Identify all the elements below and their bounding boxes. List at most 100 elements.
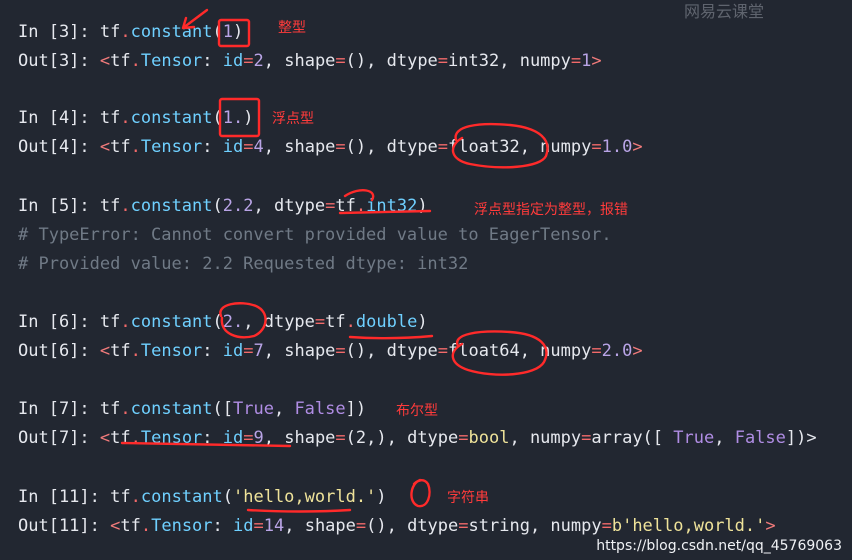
code-token: >	[591, 51, 602, 71]
code-token: (2,), dtype	[345, 428, 459, 448]
code-token: ,	[714, 428, 735, 448]
code-token: =	[335, 51, 346, 71]
code-token: (	[212, 108, 223, 128]
code-token: id	[222, 428, 244, 448]
code-token: =	[570, 51, 582, 71]
code-token: 1	[222, 22, 234, 42]
prompt-label: Out[4]:	[18, 137, 100, 157]
watermark-logo: 网易云课堂	[684, 2, 765, 21]
code-token: >	[632, 341, 643, 361]
code-token: <	[99, 428, 111, 448]
code-token: (	[222, 487, 233, 507]
code-token: double	[355, 312, 418, 332]
code-token: .	[130, 428, 141, 448]
circle-mark-string	[410, 478, 431, 508]
prompt-label: In [11]:	[18, 487, 111, 507]
code-token: float64	[448, 341, 520, 361]
code-token: .	[120, 196, 131, 216]
code-token: constant	[130, 22, 213, 42]
annotation-string: 字符串	[447, 490, 489, 506]
underline-mark-hello	[246, 508, 352, 513]
code-line: In [3]: tf.constant(1)	[18, 21, 243, 43]
annotation-float: 浮点型	[272, 111, 314, 127]
prompt-label: Out[6]:	[18, 341, 100, 361]
code-token: =	[243, 428, 254, 448]
prompt-label: Out[11]:	[18, 516, 111, 536]
code-token: ([	[212, 399, 233, 419]
code-token: ])	[345, 399, 367, 419]
code-token: )	[233, 22, 244, 42]
code-token: ])>	[785, 428, 817, 448]
code-token: >	[632, 137, 643, 157]
code-token: =	[591, 341, 602, 361]
code-token: 2	[253, 51, 264, 71]
code-token: tf	[110, 487, 131, 507]
code-token: constant	[130, 312, 213, 332]
code-token: :	[202, 51, 223, 71]
code-token: =	[581, 428, 592, 448]
annotation-float-to-int-error: 浮点型指定为整型，报错	[474, 202, 628, 218]
annotation-marks	[120, 8, 549, 513]
code-token: 14	[263, 516, 285, 536]
code-line: In [6]: tf.constant(2., dtype=tf.double)	[18, 311, 428, 333]
code-token: 4	[253, 137, 264, 157]
code-token: , shape	[263, 341, 336, 361]
code-token: )	[417, 312, 428, 332]
code-token: =	[243, 137, 254, 157]
code-token: =	[335, 428, 346, 448]
code-line: Out[3]: <tf.Tensor: id=2, shape=(), dtyp…	[18, 50, 602, 72]
code-token: =	[591, 137, 602, 157]
code-token: array([	[591, 428, 674, 448]
code-token: <	[110, 516, 121, 536]
code-token: =	[355, 516, 367, 536]
code-token: Tensor	[151, 516, 213, 536]
code-token: # Provided value: 2.2 Requested dtype: i…	[18, 254, 469, 274]
annotation-int: 整型	[278, 20, 306, 36]
prompt-label: In [6]:	[18, 312, 100, 332]
code-token: ,	[273, 399, 295, 419]
code-token: (	[212, 196, 223, 216]
code-line: Out[6]: <tf.Tensor: id=7, shape=(), dtyp…	[18, 340, 643, 362]
code-token: 9	[253, 428, 264, 448]
code-token: , dtype	[253, 196, 326, 216]
annotation-bool: 布尔型	[396, 403, 438, 419]
code-token: =	[325, 196, 336, 216]
code-token: True	[233, 399, 274, 419]
code-token: =	[253, 516, 264, 536]
code-token: <	[99, 341, 111, 361]
code-token: (), dtype	[345, 137, 438, 157]
code-token: , numpy	[519, 137, 592, 157]
code-token: =	[437, 51, 449, 71]
prompt-label: Out[7]:	[18, 428, 100, 448]
code-token: )	[243, 108, 254, 128]
code-token: .	[120, 312, 131, 332]
code-token: 1.0	[601, 137, 633, 157]
code-token: int32	[366, 196, 418, 216]
code-token: 2.	[222, 312, 244, 332]
code-token: 2.0	[601, 341, 633, 361]
code-line: In [4]: tf.constant(1.)	[18, 107, 254, 129]
code-line: In [11]: tf.constant('hello,world.')	[18, 486, 387, 508]
code-token: float32	[448, 137, 520, 157]
code-token: , numpy	[519, 341, 592, 361]
code-token: , numpy	[509, 428, 582, 448]
code-token: <	[99, 51, 111, 71]
code-token: , dtype	[243, 312, 315, 332]
code-token: =	[437, 137, 449, 157]
code-line: Out[7]: <tf.Tensor: id=9, shape=(2,), dt…	[18, 427, 817, 449]
prompt-label: In [5]:	[18, 196, 100, 216]
code-line: # Provided value: 2.2 Requested dtype: i…	[18, 253, 468, 275]
code-token: .	[355, 196, 367, 216]
prompt-label: In [3]:	[18, 22, 100, 42]
code-token: .	[130, 487, 141, 507]
code-token: (	[212, 22, 223, 42]
code-token: string	[468, 516, 530, 536]
code-token: 'hello,world.'	[233, 487, 377, 507]
code-token: )	[376, 487, 387, 507]
code-token: =	[458, 516, 469, 536]
code-line: In [5]: tf.constant(2.2, dtype=tf.int32)	[18, 195, 428, 217]
code-token: tf	[99, 22, 121, 42]
code-token: id	[222, 137, 244, 157]
prompt-label: In [7]:	[18, 399, 100, 419]
code-token: , shape	[263, 51, 336, 71]
